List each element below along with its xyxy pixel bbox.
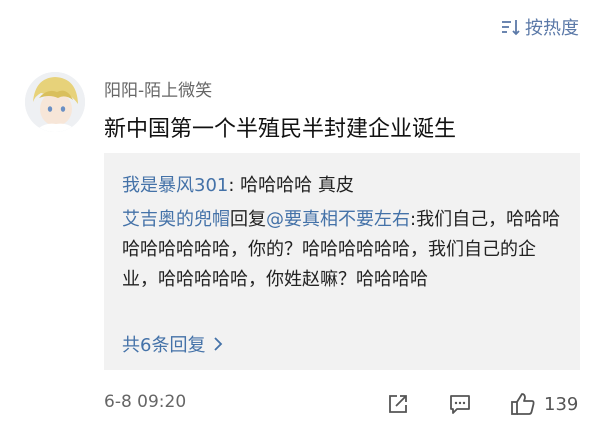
more-replies-label: 共6条回复 — [122, 335, 206, 356]
reply-text: 哈哈哈哈 真皮 — [240, 175, 354, 196]
reply-username[interactable]: 我是暴风301 — [122, 175, 228, 196]
sort-icon — [502, 20, 520, 36]
share-button[interactable] — [386, 392, 410, 416]
sort-button[interactable]: 按热度 — [501, 14, 579, 40]
comment-time: 6-8 09:20 — [104, 392, 187, 412]
sort-label: 按热度 — [525, 18, 579, 39]
reply-item: 我是暴风301: 哈哈哈哈 真皮 — [122, 171, 354, 197]
thumbs-up-icon — [511, 393, 535, 415]
comment-icon — [450, 395, 470, 414]
comment-text: 新中国第一个半殖民半封建企业诞生 — [104, 117, 457, 142]
reply-box[interactable]: 我是暴风301: 哈哈哈哈 真皮 艾吉奥的兜帽回复@要真相不要左右:我们自己，哈… — [104, 153, 580, 370]
reply-username[interactable]: 艾吉奥的兜帽 — [122, 209, 230, 230]
comment-username[interactable]: 阳阳-陌上微笑 — [104, 76, 212, 101]
reply-separator: : — [228, 175, 241, 196]
like-button[interactable]: 139 — [510, 392, 578, 416]
comment-button[interactable] — [448, 392, 472, 416]
comment-footer: 6-8 09:20 139 — [104, 392, 584, 416]
like-count: 139 — [544, 393, 579, 415]
reply-item: 艾吉奥的兜帽回复@要真相不要左右:我们自己，哈哈哈哈哈哈哈哈哈，你的？哈哈哈哈哈… — [122, 205, 570, 295]
share-icon — [389, 395, 407, 413]
reply-mention[interactable]: @要真相不要左右 — [266, 209, 410, 230]
reply-action: 回复 — [230, 209, 266, 230]
more-replies-link[interactable]: 共6条回复 — [122, 331, 223, 357]
avatar[interactable] — [25, 72, 85, 132]
chevron-right-icon — [214, 337, 223, 351]
